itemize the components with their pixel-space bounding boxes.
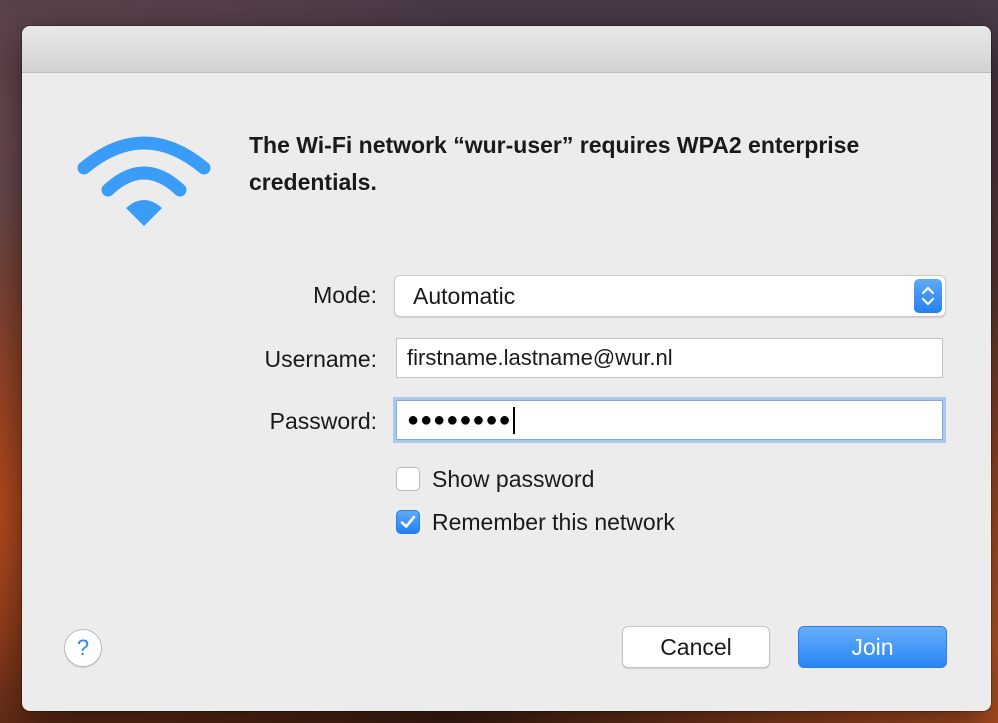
username-label: Username: (264, 346, 377, 372)
show-password-checkbox[interactable] (396, 467, 420, 491)
username-field[interactable] (396, 338, 943, 378)
mode-value: Automatic (413, 283, 516, 309)
text-caret (512, 407, 515, 435)
dialog-titlebar[interactable] (22, 26, 991, 73)
show-password-row[interactable]: Show password (396, 464, 594, 494)
password-dots: ●●●●●●●● (407, 409, 512, 431)
password-field[interactable]: ●●●●●●●● (396, 400, 943, 440)
password-label: Password: (269, 408, 377, 434)
mode-popup[interactable]: Automatic (394, 275, 946, 317)
remember-network-label: Remember this network (432, 508, 675, 535)
wifi-icon (77, 136, 211, 226)
show-password-label: Show password (432, 465, 595, 492)
dialog-heading: The Wi-Fi network “wur-user” requires WP… (249, 132, 860, 195)
help-button[interactable]: ? (64, 629, 102, 667)
checkmark-icon (400, 515, 416, 528)
cancel-button[interactable]: Cancel (622, 626, 770, 668)
chevron-up-down-icon[interactable] (914, 279, 942, 313)
wifi-credentials-dialog: The Wi-Fi network “wur-user” requires WP… (22, 26, 991, 711)
remember-network-row[interactable]: Remember this network (396, 507, 675, 537)
help-icon: ? (76, 635, 90, 660)
remember-network-checkbox[interactable] (396, 510, 420, 534)
join-button[interactable]: Join (798, 626, 947, 668)
mode-label: Mode: (313, 282, 377, 308)
